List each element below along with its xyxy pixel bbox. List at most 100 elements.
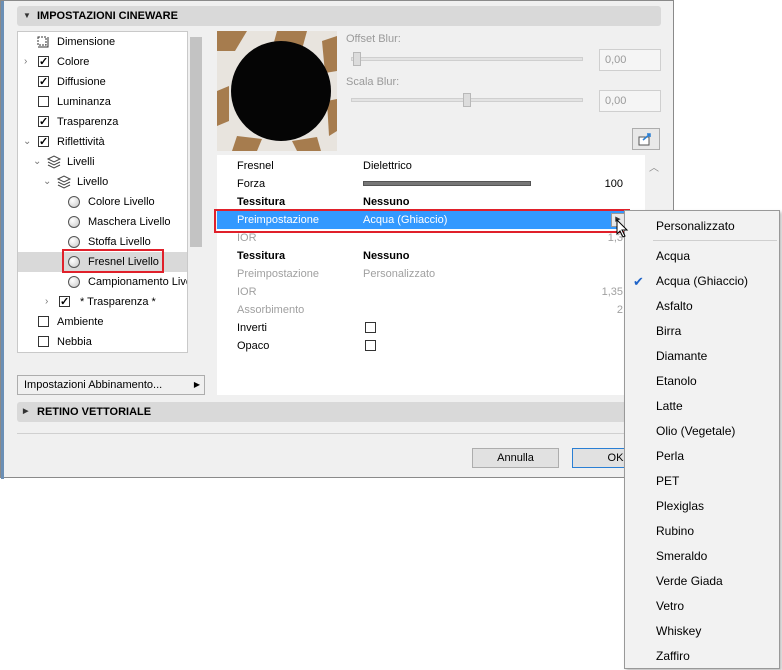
menu-item-label: Rubino	[656, 524, 695, 538]
checkbox-inverti[interactable]	[365, 322, 376, 333]
prop-row-fresnel[interactable]: Fresnel Dielettrico	[217, 157, 645, 175]
menu-item-label: Acqua (Ghiaccio)	[656, 274, 749, 288]
tree-item-trasparenza-livello[interactable]: › * Trasparenza *	[18, 292, 187, 312]
tree-item-livelli[interactable]: ⌄ Livelli	[18, 152, 187, 172]
scale-blur-field[interactable]: 0,00	[599, 90, 661, 112]
tree-item-label: Diffusione	[57, 76, 106, 88]
menu-item-pet[interactable]: PET	[625, 469, 779, 494]
menu-item-label: Asfalto	[656, 299, 693, 313]
preset-menu[interactable]: Personalizzato Acqua ✔ Acqua (Ghiaccio) …	[624, 210, 780, 669]
tree-item-maschera-livello[interactable]: Maschera Livello	[18, 212, 187, 232]
menu-item-birra[interactable]: Birra	[625, 319, 779, 344]
chevron-right-icon[interactable]: ›	[24, 52, 27, 72]
checkbox-luminanza[interactable]	[38, 96, 49, 107]
prop-row-inverti[interactable]: Inverti	[217, 319, 645, 337]
checkbox-ambiente[interactable]	[38, 316, 49, 327]
offset-blur-field[interactable]: 0,00	[599, 49, 661, 71]
triangle-right-icon: ▶	[193, 380, 200, 389]
tree-item-label: Campionamento Livello	[88, 276, 187, 288]
channel-tree[interactable]: Dimensione › Colore Diffusione Luminanza…	[17, 31, 188, 353]
menu-item-vetro[interactable]: Vetro	[625, 594, 779, 619]
cancel-button[interactable]: Annulla	[472, 448, 559, 468]
checkbox-nebbia[interactable]	[38, 336, 49, 347]
tree-item-trasparenza[interactable]: Trasparenza	[18, 112, 187, 132]
chevron-right-icon[interactable]: ›	[45, 292, 48, 312]
checkbox-diffusione[interactable]	[38, 72, 49, 92]
prop-key: Forza	[237, 178, 266, 190]
offset-blur-slider[interactable]	[351, 57, 583, 61]
tree-item-nebbia[interactable]: Nebbia	[18, 332, 187, 352]
checkbox-colore[interactable]	[38, 52, 49, 72]
prop-value: Nessuno	[363, 250, 410, 262]
prop-key: Inverti	[237, 322, 267, 334]
checkbox-opaco[interactable]	[365, 340, 376, 351]
prop-row-assorbimento[interactable]: Assorbimento 2	[217, 301, 645, 319]
checkbox-trasparenza[interactable]	[38, 112, 49, 132]
tree-item-diffusione[interactable]: Diffusione	[18, 72, 187, 92]
prop-row-tessitura-2[interactable]: Tessitura Nessuno	[217, 247, 645, 265]
tree-scrollbar-thumb[interactable]	[190, 37, 202, 247]
prop-number: 1,35	[601, 286, 623, 298]
tree-item-colore-livello[interactable]: Colore Livello	[18, 192, 187, 212]
menu-item-asfalto[interactable]: Asfalto	[625, 294, 779, 319]
tree-item-label: Livelli	[67, 156, 95, 168]
menu-item-etanolo[interactable]: Etanolo	[625, 369, 779, 394]
menu-item-label: Acqua	[656, 249, 691, 263]
prop-row-forza[interactable]: Forza 100	[217, 175, 645, 193]
tree-item-livello[interactable]: ⌄ Livello	[18, 172, 187, 192]
menu-item-rubino[interactable]: Rubino	[625, 519, 779, 544]
tree-item-label: Colore Livello	[88, 196, 155, 208]
scale-blur-thumb[interactable]	[463, 93, 471, 107]
menu-item-latte[interactable]: Latte	[625, 394, 779, 419]
prop-row-ior-2[interactable]: IOR 1,35	[217, 283, 645, 301]
menu-item-olio-vegetale[interactable]: Olio (Vegetale)	[625, 419, 779, 444]
offset-blur-thumb[interactable]	[353, 52, 361, 66]
layers-icon	[56, 175, 72, 189]
divider	[17, 433, 661, 434]
tree-item-label: Riflettività	[57, 136, 105, 148]
menu-item-label: Latte	[656, 399, 683, 413]
tree-item-dimensione[interactable]: Dimensione	[18, 32, 187, 52]
highlight-fresnel-livello	[62, 249, 164, 273]
menu-item-diamante[interactable]: Diamante	[625, 344, 779, 369]
chevron-down-icon[interactable]: ⌄	[43, 172, 51, 192]
menu-item-smeraldo[interactable]: Smeraldo	[625, 544, 779, 569]
prop-row-preimpostazione-2[interactable]: Preimpostazione Personalizzato	[217, 265, 645, 283]
menu-item-acqua-ghiaccio[interactable]: ✔ Acqua (Ghiaccio)	[625, 269, 779, 294]
dimension-icon	[36, 35, 50, 49]
tree-item-colore[interactable]: › Colore	[18, 52, 187, 72]
prop-key: Fresnel	[237, 160, 274, 172]
tree-item-campionamento-livello[interactable]: Campionamento Livello	[18, 272, 187, 292]
scroll-up-chevron-icon[interactable]: ︿	[649, 159, 659, 174]
menu-item-zaffiro[interactable]: Zaffiro	[625, 644, 779, 669]
section-header-retino-vettoriale[interactable]: ▶ RETINO VETTORIALE	[17, 402, 661, 422]
menu-item-label: PET	[656, 474, 680, 488]
tree-item-luminanza[interactable]: Luminanza	[18, 92, 187, 112]
tree-item-ambiente[interactable]: Ambiente	[18, 312, 187, 332]
tree-item-label: Luminanza	[57, 96, 111, 108]
menu-item-label: Etanolo	[656, 374, 697, 388]
prop-value: Dielettrico	[363, 160, 412, 172]
section-header-cineware[interactable]: ▼ IMPOSTAZIONI CINEWARE	[17, 6, 661, 26]
checkbox-trasparenza-livello[interactable]	[59, 292, 70, 312]
menu-item-label: Plexiglas	[656, 499, 705, 513]
tree-item-label: Maschera Livello	[88, 216, 171, 228]
menu-item-acqua[interactable]: Acqua	[625, 244, 779, 269]
chevron-down-icon[interactable]: ⌄	[33, 152, 41, 172]
menu-item-whiskey[interactable]: Whiskey	[625, 619, 779, 644]
export-button[interactable]	[632, 128, 660, 150]
prop-key: Preimpostazione	[237, 268, 319, 280]
forza-slider[interactable]	[363, 181, 531, 186]
menu-item-label: Personalizzato	[656, 219, 735, 233]
window-edge	[1, 1, 4, 479]
menu-item-plexiglas[interactable]: Plexiglas	[625, 494, 779, 519]
tree-item-riflettivita[interactable]: ⌄ Riflettività	[18, 132, 187, 152]
menu-item-verde-giada[interactable]: Verde Giada	[625, 569, 779, 594]
chevron-down-icon[interactable]: ⌄	[23, 132, 31, 152]
match-settings-button[interactable]: Impostazioni Abbinamento... ▶	[17, 375, 205, 395]
prop-row-opaco[interactable]: Opaco	[217, 337, 645, 355]
menu-item-personalizzato[interactable]: Personalizzato	[625, 214, 779, 239]
menu-item-perla[interactable]: Perla	[625, 444, 779, 469]
layers-icon	[46, 155, 62, 169]
checkbox-riflettivita[interactable]	[38, 132, 49, 152]
